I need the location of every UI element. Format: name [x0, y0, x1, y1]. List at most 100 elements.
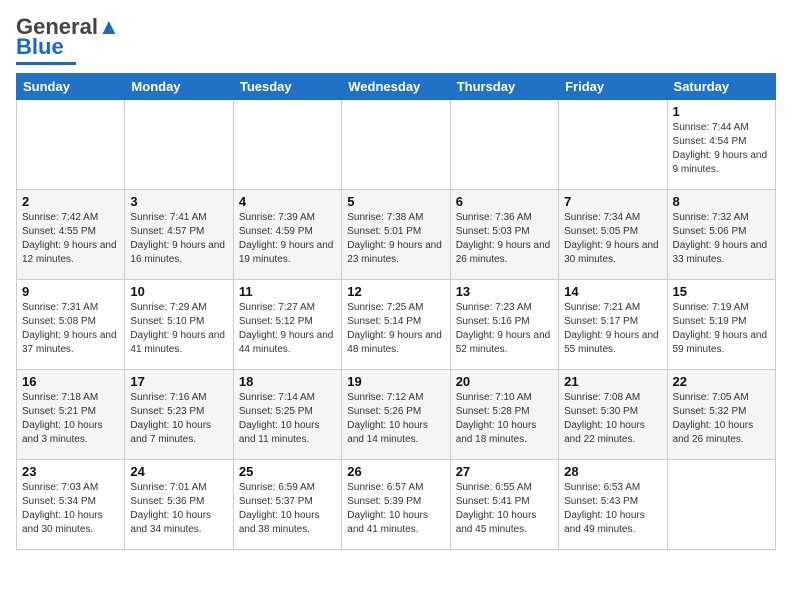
day-number: 2	[22, 194, 119, 209]
day-info: Sunrise: 7:14 AM Sunset: 5:25 PM Dayligh…	[239, 391, 336, 447]
day-info: Sunrise: 6:53 AM Sunset: 5:43 PM Dayligh…	[564, 481, 661, 537]
calendar-cell: 11 Sunrise: 7:27 AM Sunset: 5:12 PM Dayli…	[233, 280, 341, 370]
day-number: 15	[673, 284, 770, 299]
calendar-cell	[125, 100, 233, 190]
day-number: 27	[456, 464, 553, 479]
calendar-week-row: 9 Sunrise: 7:31 AM Sunset: 5:08 PM Daylig…	[17, 280, 776, 370]
day-info: Sunrise: 7:39 AM Sunset: 4:59 PM Dayligh…	[239, 211, 336, 267]
day-info: Sunrise: 7:27 AM Sunset: 5:12 PM Dayligh…	[239, 301, 336, 357]
day-number: 24	[130, 464, 227, 479]
calendar-cell: 20 Sunrise: 7:10 AM Sunset: 5:28 PM Dayli…	[450, 370, 558, 460]
logo: General▲ Blue	[16, 16, 120, 65]
day-number: 12	[347, 284, 444, 299]
calendar-cell: 6 Sunrise: 7:36 AM Sunset: 5:03 PM Daylig…	[450, 190, 558, 280]
day-info: Sunrise: 7:19 AM Sunset: 5:19 PM Dayligh…	[673, 301, 770, 357]
day-number: 8	[673, 194, 770, 209]
calendar-cell: 21 Sunrise: 7:08 AM Sunset: 5:30 PM Dayli…	[559, 370, 667, 460]
logo-blue-text: Blue	[16, 34, 64, 60]
day-info: Sunrise: 7:42 AM Sunset: 4:55 PM Dayligh…	[22, 211, 119, 267]
day-number: 20	[456, 374, 553, 389]
day-info: Sunrise: 7:41 AM Sunset: 4:57 PM Dayligh…	[130, 211, 227, 267]
day-number: 11	[239, 284, 336, 299]
calendar-cell: 13 Sunrise: 7:23 AM Sunset: 5:16 PM Dayli…	[450, 280, 558, 370]
day-number: 21	[564, 374, 661, 389]
day-info: Sunrise: 7:18 AM Sunset: 5:21 PM Dayligh…	[22, 391, 119, 447]
weekday-header: Thursday	[450, 74, 558, 100]
day-number: 5	[347, 194, 444, 209]
day-number: 6	[456, 194, 553, 209]
day-number: 25	[239, 464, 336, 479]
day-info: Sunrise: 7:08 AM Sunset: 5:30 PM Dayligh…	[564, 391, 661, 447]
calendar-cell: 27 Sunrise: 6:55 AM Sunset: 5:41 PM Dayli…	[450, 460, 558, 550]
calendar-cell: 14 Sunrise: 7:21 AM Sunset: 5:17 PM Dayli…	[559, 280, 667, 370]
day-number: 3	[130, 194, 227, 209]
calendar-cell: 3 Sunrise: 7:41 AM Sunset: 4:57 PM Daylig…	[125, 190, 233, 280]
calendar-week-row: 2 Sunrise: 7:42 AM Sunset: 4:55 PM Daylig…	[17, 190, 776, 280]
calendar-cell: 23Sunrise: 7:03 AM Sunset: 5:34 PM Dayli…	[17, 460, 125, 550]
day-info: Sunrise: 6:59 AM Sunset: 5:37 PM Dayligh…	[239, 481, 336, 537]
day-info: Sunrise: 7:05 AM Sunset: 5:32 PM Dayligh…	[673, 391, 770, 447]
day-number: 4	[239, 194, 336, 209]
day-number: 17	[130, 374, 227, 389]
day-info: Sunrise: 7:31 AM Sunset: 5:08 PM Dayligh…	[22, 301, 119, 357]
calendar-cell: 22 Sunrise: 7:05 AM Sunset: 5:32 PM Dayli…	[667, 370, 775, 460]
day-info: Sunrise: 7:03 AM Sunset: 5:34 PM Dayligh…	[22, 481, 119, 537]
day-number: 14	[564, 284, 661, 299]
weekday-header: Wednesday	[342, 74, 450, 100]
calendar-cell: 4 Sunrise: 7:39 AM Sunset: 4:59 PM Daylig…	[233, 190, 341, 280]
calendar-cell: 25 Sunrise: 6:59 AM Sunset: 5:37 PM Dayli…	[233, 460, 341, 550]
day-info: Sunrise: 7:38 AM Sunset: 5:01 PM Dayligh…	[347, 211, 444, 267]
day-info: Sunrise: 7:44 AM Sunset: 4:54 PM Dayligh…	[673, 121, 770, 177]
calendar-cell	[450, 100, 558, 190]
calendar-cell: 2 Sunrise: 7:42 AM Sunset: 4:55 PM Daylig…	[17, 190, 125, 280]
day-number: 22	[673, 374, 770, 389]
day-info: Sunrise: 7:23 AM Sunset: 5:16 PM Dayligh…	[456, 301, 553, 357]
day-info: Sunrise: 6:57 AM Sunset: 5:39 PM Dayligh…	[347, 481, 444, 537]
weekday-header: Monday	[125, 74, 233, 100]
day-info: Sunrise: 7:36 AM Sunset: 5:03 PM Dayligh…	[456, 211, 553, 267]
day-number: 7	[564, 194, 661, 209]
day-info: Sunrise: 6:55 AM Sunset: 5:41 PM Dayligh…	[456, 481, 553, 537]
weekday-header: Saturday	[667, 74, 775, 100]
weekday-header: Friday	[559, 74, 667, 100]
day-info: Sunrise: 7:01 AM Sunset: 5:36 PM Dayligh…	[130, 481, 227, 537]
day-number: 26	[347, 464, 444, 479]
calendar-cell	[342, 100, 450, 190]
day-info: Sunrise: 7:16 AM Sunset: 5:23 PM Dayligh…	[130, 391, 227, 447]
logo-underline	[16, 62, 76, 65]
day-info: Sunrise: 7:34 AM Sunset: 5:05 PM Dayligh…	[564, 211, 661, 267]
day-number: 9	[22, 284, 119, 299]
calendar-cell: 12 Sunrise: 7:25 AM Sunset: 5:14 PM Dayli…	[342, 280, 450, 370]
calendar-header-row: SundayMondayTuesdayWednesdayThursdayFrid…	[17, 74, 776, 100]
calendar-cell: 24 Sunrise: 7:01 AM Sunset: 5:36 PM Dayli…	[125, 460, 233, 550]
calendar-table: SundayMondayTuesdayWednesdayThursdayFrid…	[16, 73, 776, 550]
day-info: Sunrise: 7:21 AM Sunset: 5:17 PM Dayligh…	[564, 301, 661, 357]
day-number: 10	[130, 284, 227, 299]
day-number: 19	[347, 374, 444, 389]
calendar-week-row: 23Sunrise: 7:03 AM Sunset: 5:34 PM Dayli…	[17, 460, 776, 550]
calendar-week-row: 1 Sunrise: 7:44 AM Sunset: 4:54 PM Daylig…	[17, 100, 776, 190]
calendar-week-row: 16 Sunrise: 7:18 AM Sunset: 5:21 PM Dayli…	[17, 370, 776, 460]
day-info: Sunrise: 7:32 AM Sunset: 5:06 PM Dayligh…	[673, 211, 770, 267]
calendar-cell: 28 Sunrise: 6:53 AM Sunset: 5:43 PM Dayli…	[559, 460, 667, 550]
day-info: Sunrise: 7:10 AM Sunset: 5:28 PM Dayligh…	[456, 391, 553, 447]
calendar-cell: 16 Sunrise: 7:18 AM Sunset: 5:21 PM Dayli…	[17, 370, 125, 460]
day-number: 28	[564, 464, 661, 479]
day-number: 1	[673, 104, 770, 119]
day-number: 13	[456, 284, 553, 299]
calendar-cell: 5 Sunrise: 7:38 AM Sunset: 5:01 PM Daylig…	[342, 190, 450, 280]
calendar-cell: 17 Sunrise: 7:16 AM Sunset: 5:23 PM Dayli…	[125, 370, 233, 460]
calendar-cell: 9 Sunrise: 7:31 AM Sunset: 5:08 PM Daylig…	[17, 280, 125, 370]
calendar-cell: 1 Sunrise: 7:44 AM Sunset: 4:54 PM Daylig…	[667, 100, 775, 190]
calendar-cell: 15 Sunrise: 7:19 AM Sunset: 5:19 PM Dayli…	[667, 280, 775, 370]
weekday-header: Tuesday	[233, 74, 341, 100]
day-number: 16	[22, 374, 119, 389]
calendar-cell	[667, 460, 775, 550]
day-info: Sunrise: 7:25 AM Sunset: 5:14 PM Dayligh…	[347, 301, 444, 357]
calendar-cell	[17, 100, 125, 190]
logo-blue: ▲	[98, 14, 120, 39]
calendar-cell: 19Sunrise: 7:12 AM Sunset: 5:26 PM Dayli…	[342, 370, 450, 460]
calendar-cell	[233, 100, 341, 190]
calendar-cell	[559, 100, 667, 190]
page-header: General▲ Blue	[16, 16, 776, 65]
